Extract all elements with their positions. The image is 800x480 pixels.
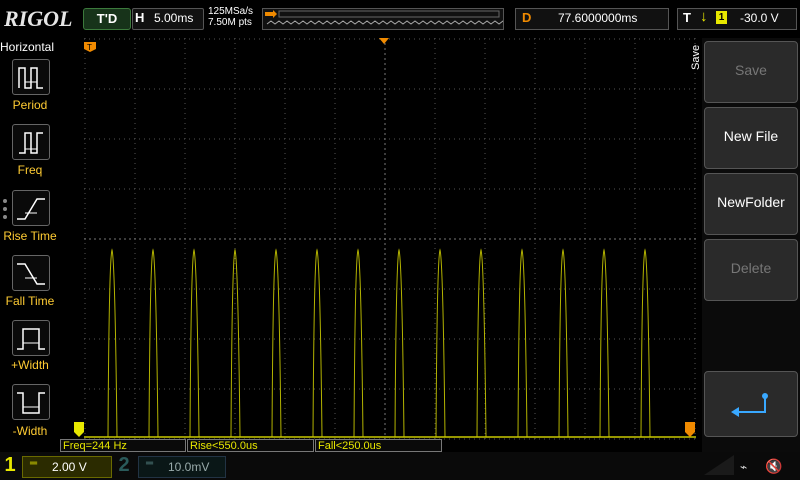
period-label: Period: [12, 98, 48, 112]
page-dot: [3, 207, 7, 211]
ch2-number[interactable]: 2: [112, 454, 136, 478]
freq-label: Freq: [17, 163, 43, 177]
ch1-pulse: [189, 248, 200, 438]
negative-width-icon: [17, 392, 45, 414]
period-icon: [18, 67, 43, 89]
freq-button[interactable]: [12, 124, 50, 160]
negative-width-label: -Width: [12, 424, 48, 438]
ch1-pulse: [599, 248, 610, 438]
new-folder-button-label: NewFolder: [717, 194, 785, 210]
sample-rate: 125MSa/s: [208, 6, 254, 17]
positive-width-icon: [17, 328, 45, 350]
save-menu-title: Save: [690, 44, 702, 70]
rise-time-label: Rise Time: [3, 229, 57, 243]
speaker-muted-icon[interactable]: 🔇: [765, 458, 782, 475]
run-state-badge[interactable]: T'D: [83, 8, 131, 30]
save-button-label: Save: [735, 62, 767, 78]
memory-depth: 7.50M pts: [208, 17, 252, 28]
new-file-button-label: New File: [723, 128, 779, 144]
dc-coupling-icon: ═: [30, 458, 38, 469]
trigger-level-marker-icon[interactable]: [685, 422, 697, 438]
period-button[interactable]: [12, 59, 50, 95]
ch2-coupling-icon: ═: [146, 458, 154, 469]
trigger-position-marker-icon: T: [84, 42, 96, 52]
positive-width-label: +Width: [11, 358, 49, 372]
delete-button[interactable]: Delete: [704, 239, 798, 301]
fall-time-label: Fall Time: [5, 294, 55, 308]
negative-width-button[interactable]: [12, 384, 50, 420]
ch1-waveform: [107, 248, 651, 438]
memory-waveform-overview: [262, 8, 508, 30]
freq-measurement: Freq=244 Hz: [60, 439, 186, 452]
ch1-pulse: [148, 248, 159, 438]
ch2-scale: 10.0mV: [168, 460, 210, 474]
freq-icon: [19, 132, 43, 154]
sample-rate-info: 125MSa/s 7.50M pts: [208, 6, 253, 28]
ch1-pulse: [435, 248, 446, 438]
usb-icon: ⌁: [740, 460, 748, 474]
rigol-logo: RIGOL: [4, 6, 73, 31]
overview-wave: [265, 10, 508, 25]
trigger-label: T: [683, 10, 691, 25]
ch1-pulse: [312, 248, 323, 438]
delay-label: D: [522, 10, 532, 25]
rise-time-button[interactable]: [12, 190, 50, 226]
fall-time-icon: [17, 263, 45, 285]
ch1-pulse: [394, 248, 405, 438]
ch1-pulse: [353, 248, 364, 438]
ch1-pulse: [558, 248, 569, 438]
delay-value: 77.6000000ms: [558, 11, 638, 25]
enter-button[interactable]: [704, 371, 798, 437]
page-dot: [3, 199, 7, 203]
delete-button-label: Delete: [730, 260, 772, 276]
page-dot: [3, 215, 7, 219]
horizontal-label: H: [135, 10, 145, 25]
enter-return-icon: [731, 393, 768, 417]
trigger-time-marker-icon: [379, 38, 389, 44]
new-file-button[interactable]: New File: [704, 107, 798, 169]
trigger-source-badge: 1: [716, 11, 727, 24]
fall-measurement: Fall<250.0us: [315, 439, 442, 452]
rise-measurement: Rise<550.0us: [187, 439, 314, 452]
ch1-scale: 2.00 V: [52, 460, 87, 474]
graticule: [84, 38, 696, 440]
measure-panel-title: Horizontal: [0, 40, 55, 54]
waveform-display[interactable]: [84, 38, 696, 440]
overview-trigger-marker-icon: [265, 10, 277, 18]
new-folder-button[interactable]: NewFolder: [704, 173, 798, 235]
save-button[interactable]: Save: [704, 41, 798, 103]
rise-time-icon: [17, 198, 45, 220]
trigger-level: -30.0 V: [740, 11, 779, 25]
svg-text:T: T: [87, 43, 92, 52]
positive-width-button[interactable]: [12, 320, 50, 356]
ch1-pulse: [271, 248, 282, 438]
ch1-number[interactable]: 1: [0, 454, 20, 478]
ch1-pulse: [107, 248, 118, 438]
timebase-value: 5.00ms: [154, 11, 194, 25]
ch1-pulse: [640, 248, 651, 438]
fall-time-button[interactable]: [12, 255, 50, 291]
falling-edge-icon: ↓: [700, 8, 708, 25]
trigger-box[interactable]: [677, 8, 797, 30]
ch1-ground-marker-icon[interactable]: [74, 422, 86, 438]
ch1-pulse: [517, 248, 528, 438]
status-bar-decoration: [704, 455, 734, 475]
